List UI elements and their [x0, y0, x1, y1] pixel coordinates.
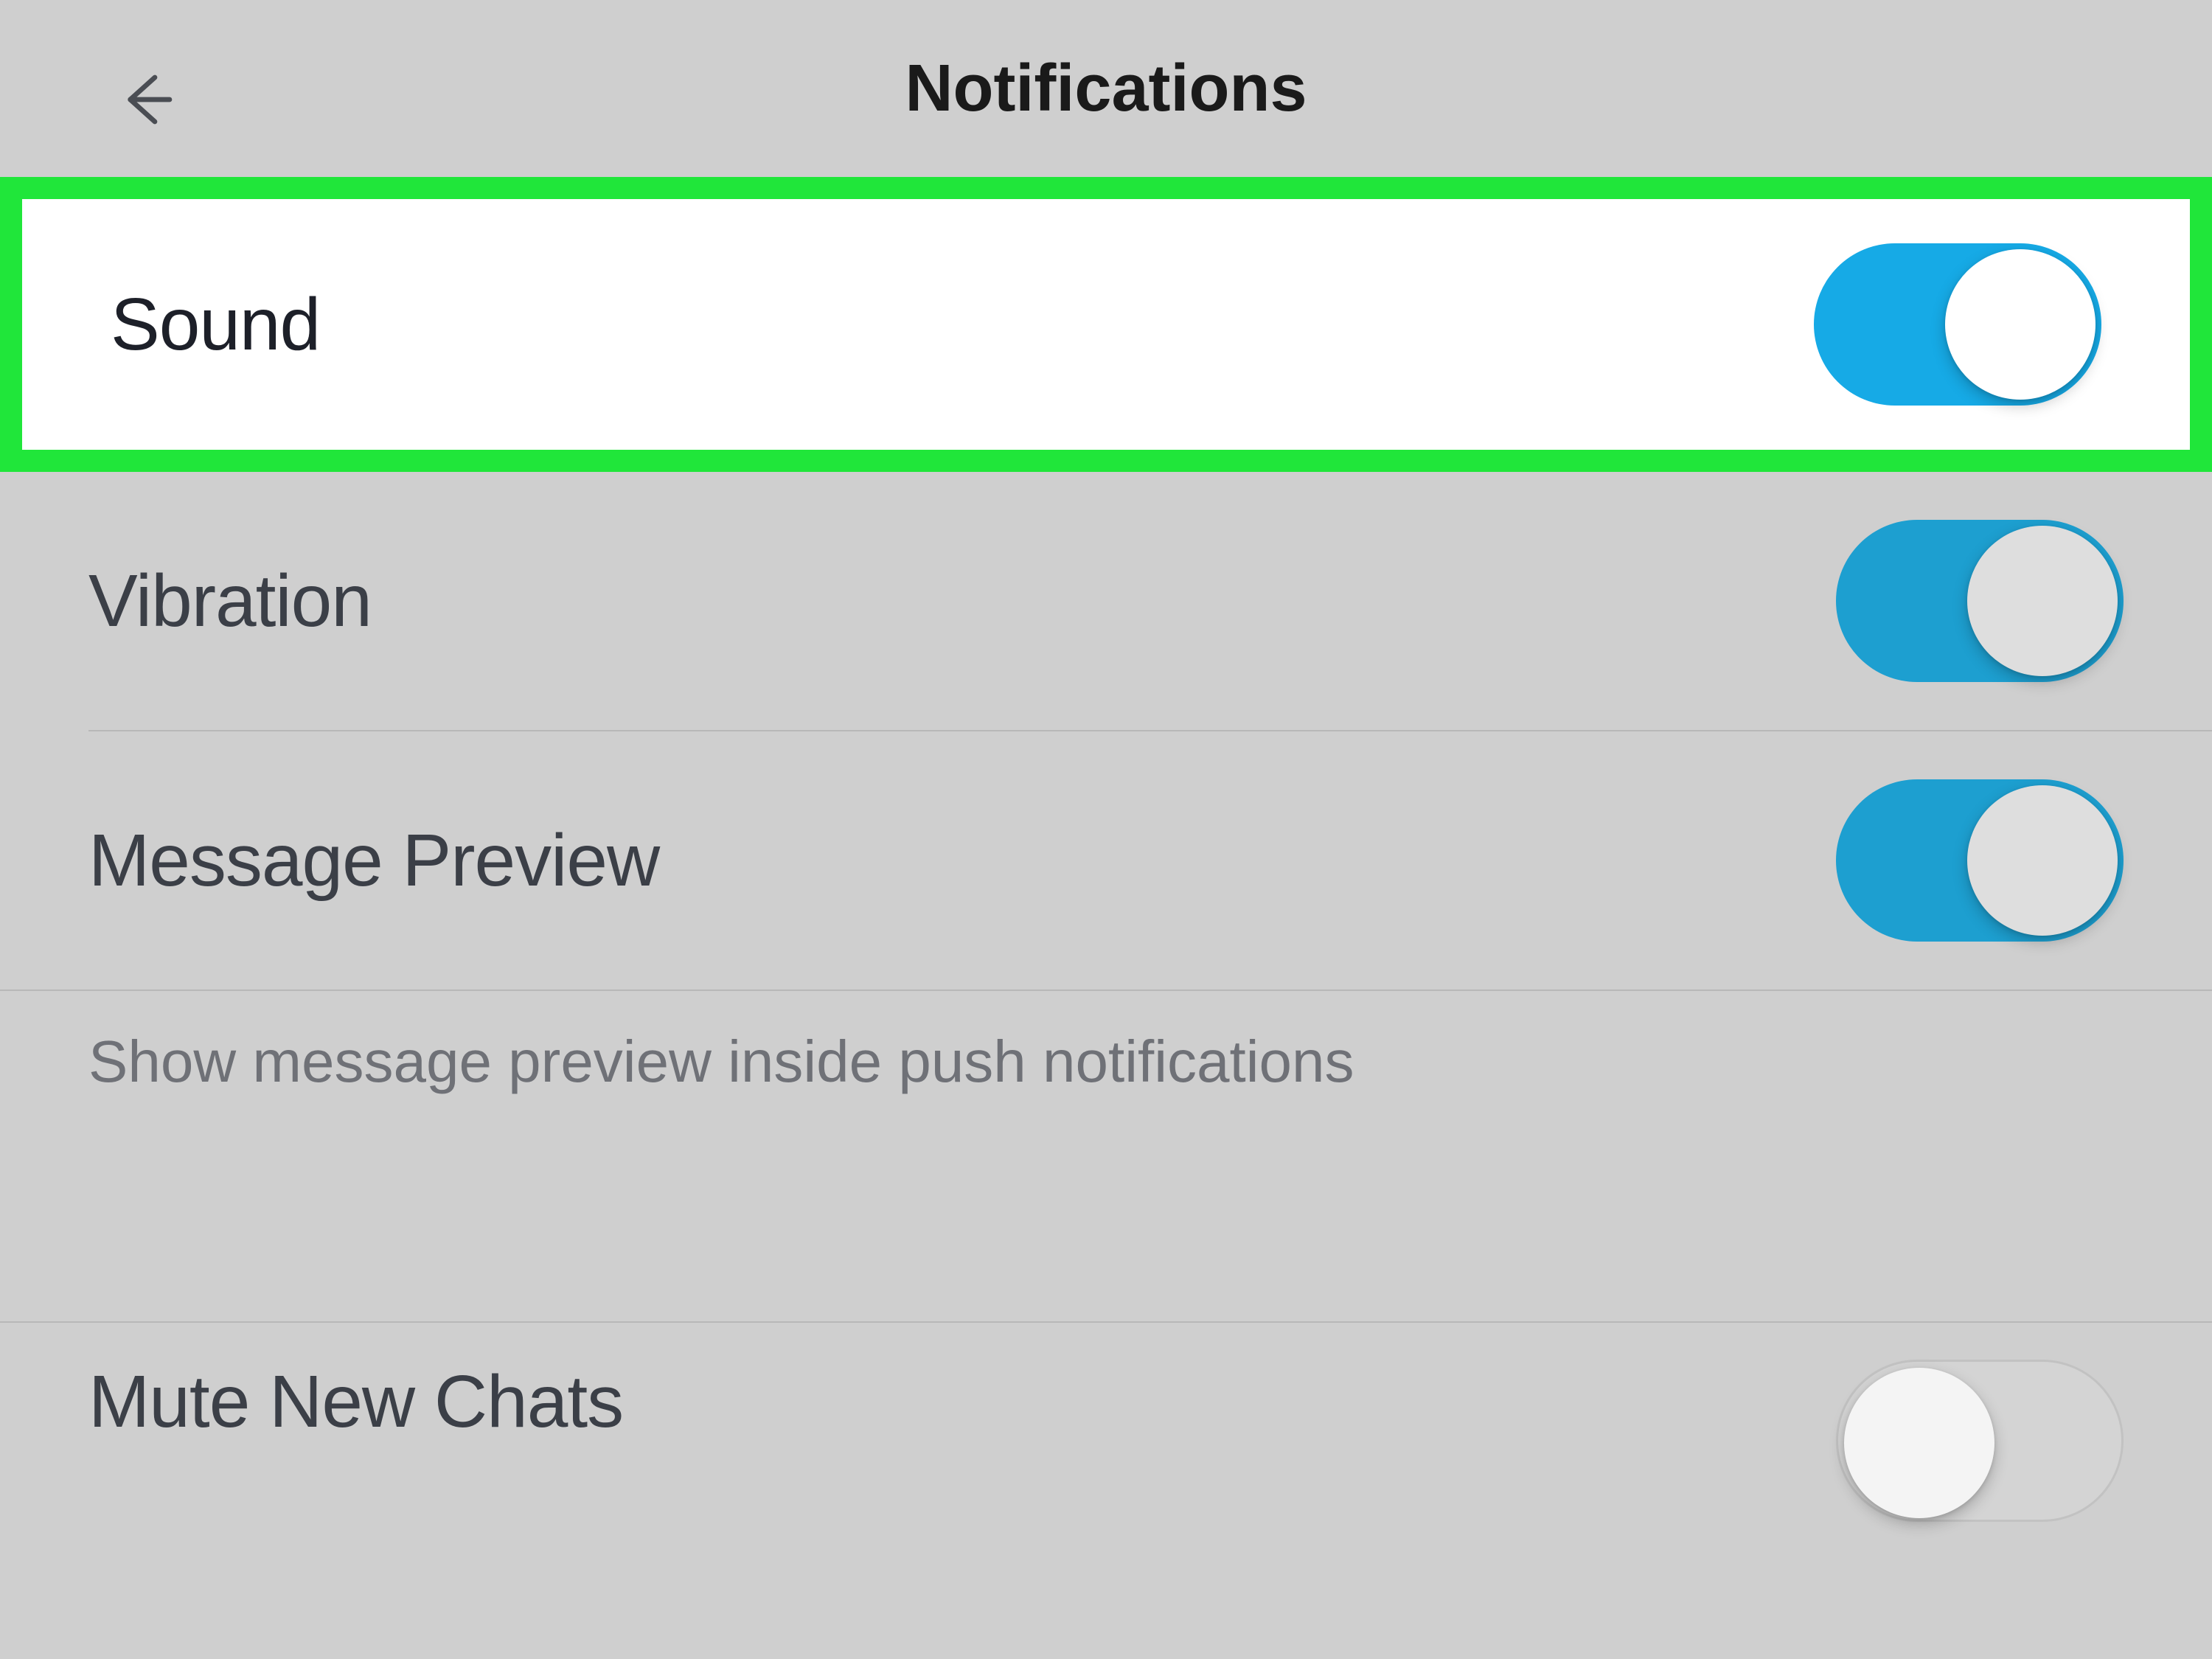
header-bar: Notifications	[0, 0, 2212, 177]
page-title: Notifications	[905, 51, 1307, 127]
section-spacer	[0, 1131, 2212, 1323]
toggle-sound[interactable]	[1814, 243, 2101, 406]
toggle-knob	[1967, 526, 2118, 676]
setting-row-mute-new-chats[interactable]: Mute New Chats	[0, 1323, 2212, 1544]
preview-caption: Show message preview inside push notific…	[88, 1028, 1354, 1096]
setting-label-vibration: Vibration	[88, 559, 372, 644]
toggle-knob	[1967, 785, 2118, 936]
notifications-settings-screen: Notifications Sound Vibration Message Pr…	[0, 0, 2212, 1659]
toggle-mute-new-chats[interactable]	[1836, 1360, 2124, 1522]
toggle-knob	[1844, 1368, 1994, 1518]
highlight-frame: Sound	[0, 177, 2212, 472]
setting-label-mute-new-chats: Mute New Chats	[88, 1360, 623, 1444]
back-arrow-icon	[118, 70, 177, 129]
toggle-vibration[interactable]	[1836, 520, 2124, 682]
setting-label-message-preview: Message Preview	[88, 818, 659, 903]
setting-row-sound[interactable]: Sound	[22, 199, 2190, 450]
setting-row-vibration[interactable]: Vibration	[0, 472, 2212, 730]
toggle-knob	[1945, 249, 2096, 400]
setting-caption-row: Show message preview inside push notific…	[0, 991, 2212, 1131]
setting-row-message-preview[interactable]: Message Preview	[0, 731, 2212, 990]
toggle-message-preview[interactable]	[1836, 779, 2124, 942]
setting-label-sound: Sound	[111, 282, 320, 367]
back-button[interactable]	[111, 63, 184, 136]
